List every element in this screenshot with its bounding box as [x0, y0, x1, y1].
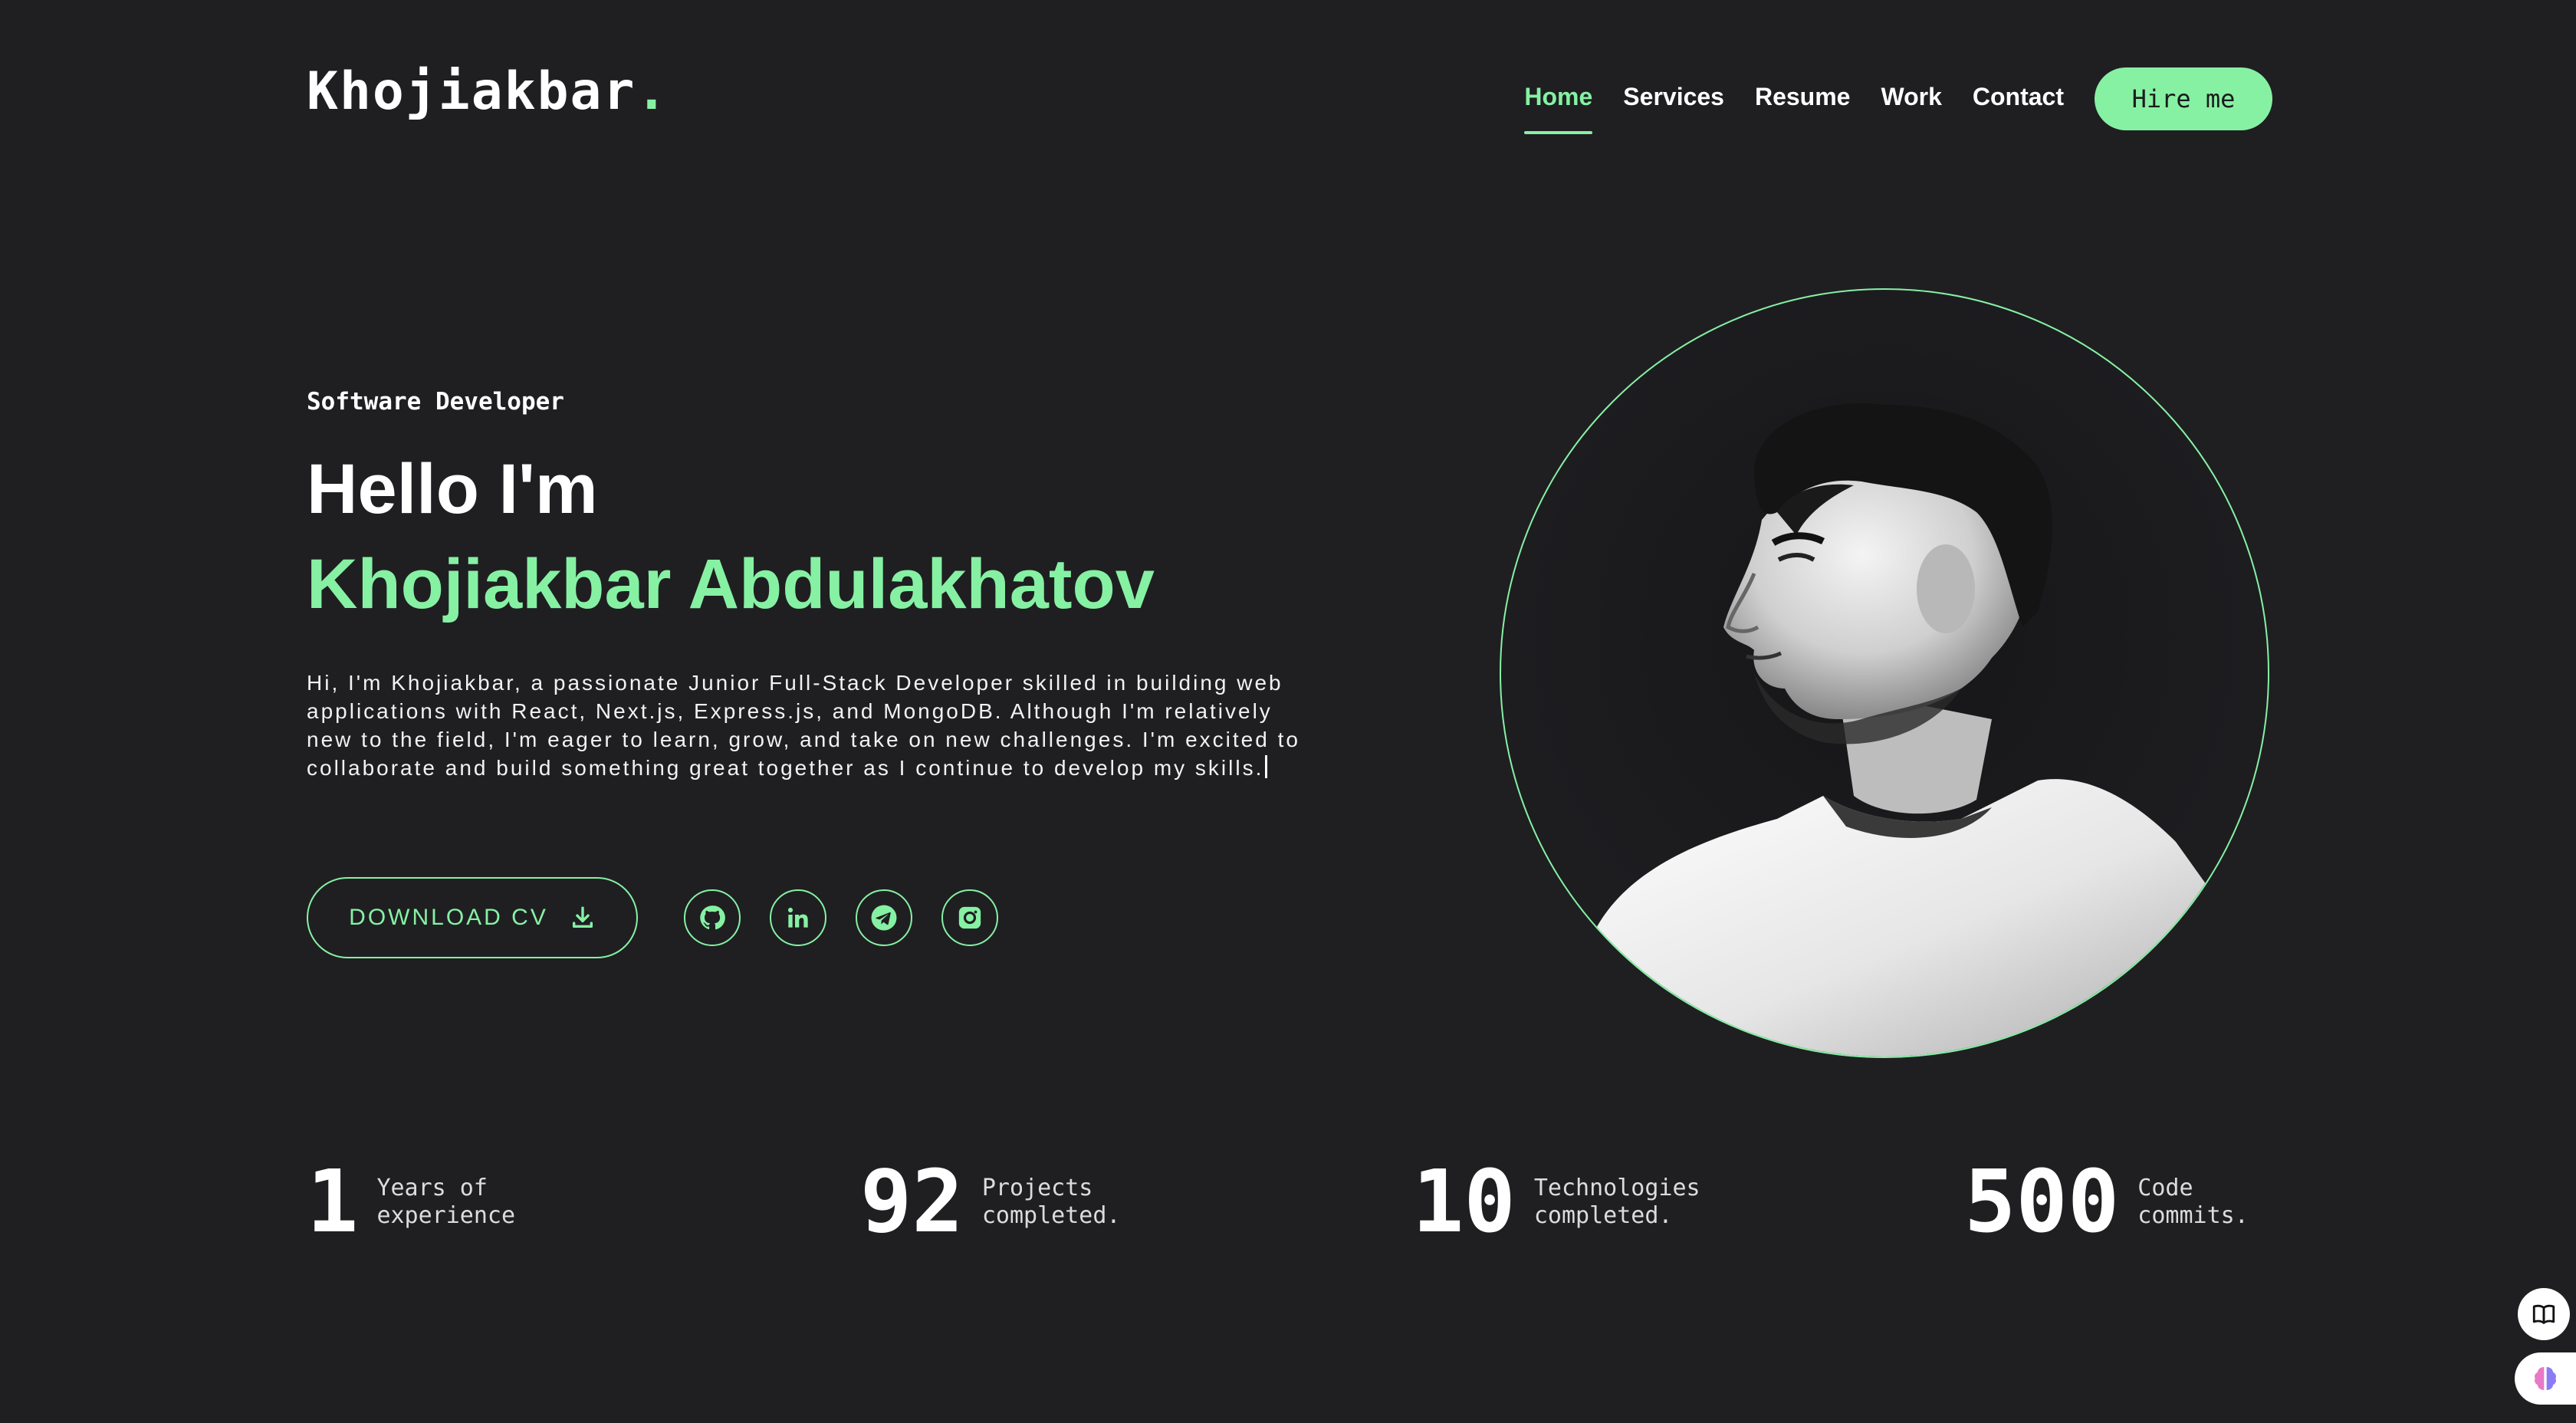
greeting-heading: Hello I'm	[307, 450, 598, 528]
nav-contact[interactable]: Contact	[1973, 83, 2064, 116]
telegram-icon	[871, 905, 897, 931]
stat-projects: 92 Projects completed.	[860, 1159, 1120, 1245]
logo[interactable]: Khojiakbar.	[307, 66, 669, 118]
telegram-link[interactable]	[856, 889, 912, 946]
github-link[interactable]	[684, 889, 741, 946]
bio-text: Hi, I'm Khojiakbar, a passionate Junior …	[307, 671, 1300, 780]
ai-assistant-button[interactable]	[2515, 1352, 2576, 1405]
instagram-link[interactable]	[941, 889, 998, 946]
stat-label: Years of experience	[376, 1175, 516, 1229]
download-icon	[572, 906, 593, 928]
stat-value: 1	[307, 1152, 359, 1252]
logo-text: Khojiakbar	[307, 61, 636, 122]
github-icon	[700, 905, 725, 930]
reader-widget-button[interactable]	[2518, 1288, 2570, 1340]
logo-dot: .	[636, 61, 669, 122]
name-heading: Khojiakbar Abdulakhatov	[307, 545, 1155, 623]
stat-label: Projects completed.	[981, 1175, 1121, 1229]
main-nav: Home Services Resume Work Contact Hire m…	[1524, 67, 2272, 134]
stat-label: Code commits.	[2137, 1175, 2249, 1229]
bio-paragraph: Hi, I'm Khojiakbar, a passionate Junior …	[307, 669, 1303, 782]
linkedin-icon	[787, 907, 808, 928]
stat-experience: 1 Years of experience	[307, 1159, 515, 1245]
nav-home[interactable]: Home	[1524, 83, 1592, 134]
role-title: Software Developer	[307, 388, 564, 416]
stat-value: 500	[1964, 1152, 2120, 1252]
brain-icon	[2535, 1367, 2556, 1390]
nav-work[interactable]: Work	[1881, 83, 1941, 116]
book-icon	[2532, 1304, 2555, 1324]
stat-value: 10	[1412, 1152, 1516, 1252]
social-links	[684, 889, 998, 946]
download-cv-label: DOWNLOAD CV	[349, 905, 548, 930]
portrait-image	[1570, 403, 2237, 1057]
nav-resume[interactable]: Resume	[1755, 83, 1851, 116]
nav-services[interactable]: Services	[1623, 83, 1724, 116]
stat-value: 92	[860, 1152, 964, 1252]
page: Khojiakbar. Home Services Resume Work Co…	[0, 0, 2576, 1423]
hire-me-button[interactable]: Hire me	[2095, 67, 2272, 130]
linkedin-link[interactable]	[770, 889, 826, 946]
instagram-icon	[958, 906, 981, 929]
profile-photo	[1500, 288, 2269, 1058]
download-cv-button[interactable]: DOWNLOAD CV	[307, 877, 638, 958]
stat-technologies: 10 Technologies completed.	[1412, 1159, 1700, 1245]
text-cursor	[1265, 755, 1268, 778]
stat-label: Technologies completed.	[1533, 1175, 1700, 1229]
stat-commits: 500 Code commits.	[1964, 1159, 2249, 1245]
